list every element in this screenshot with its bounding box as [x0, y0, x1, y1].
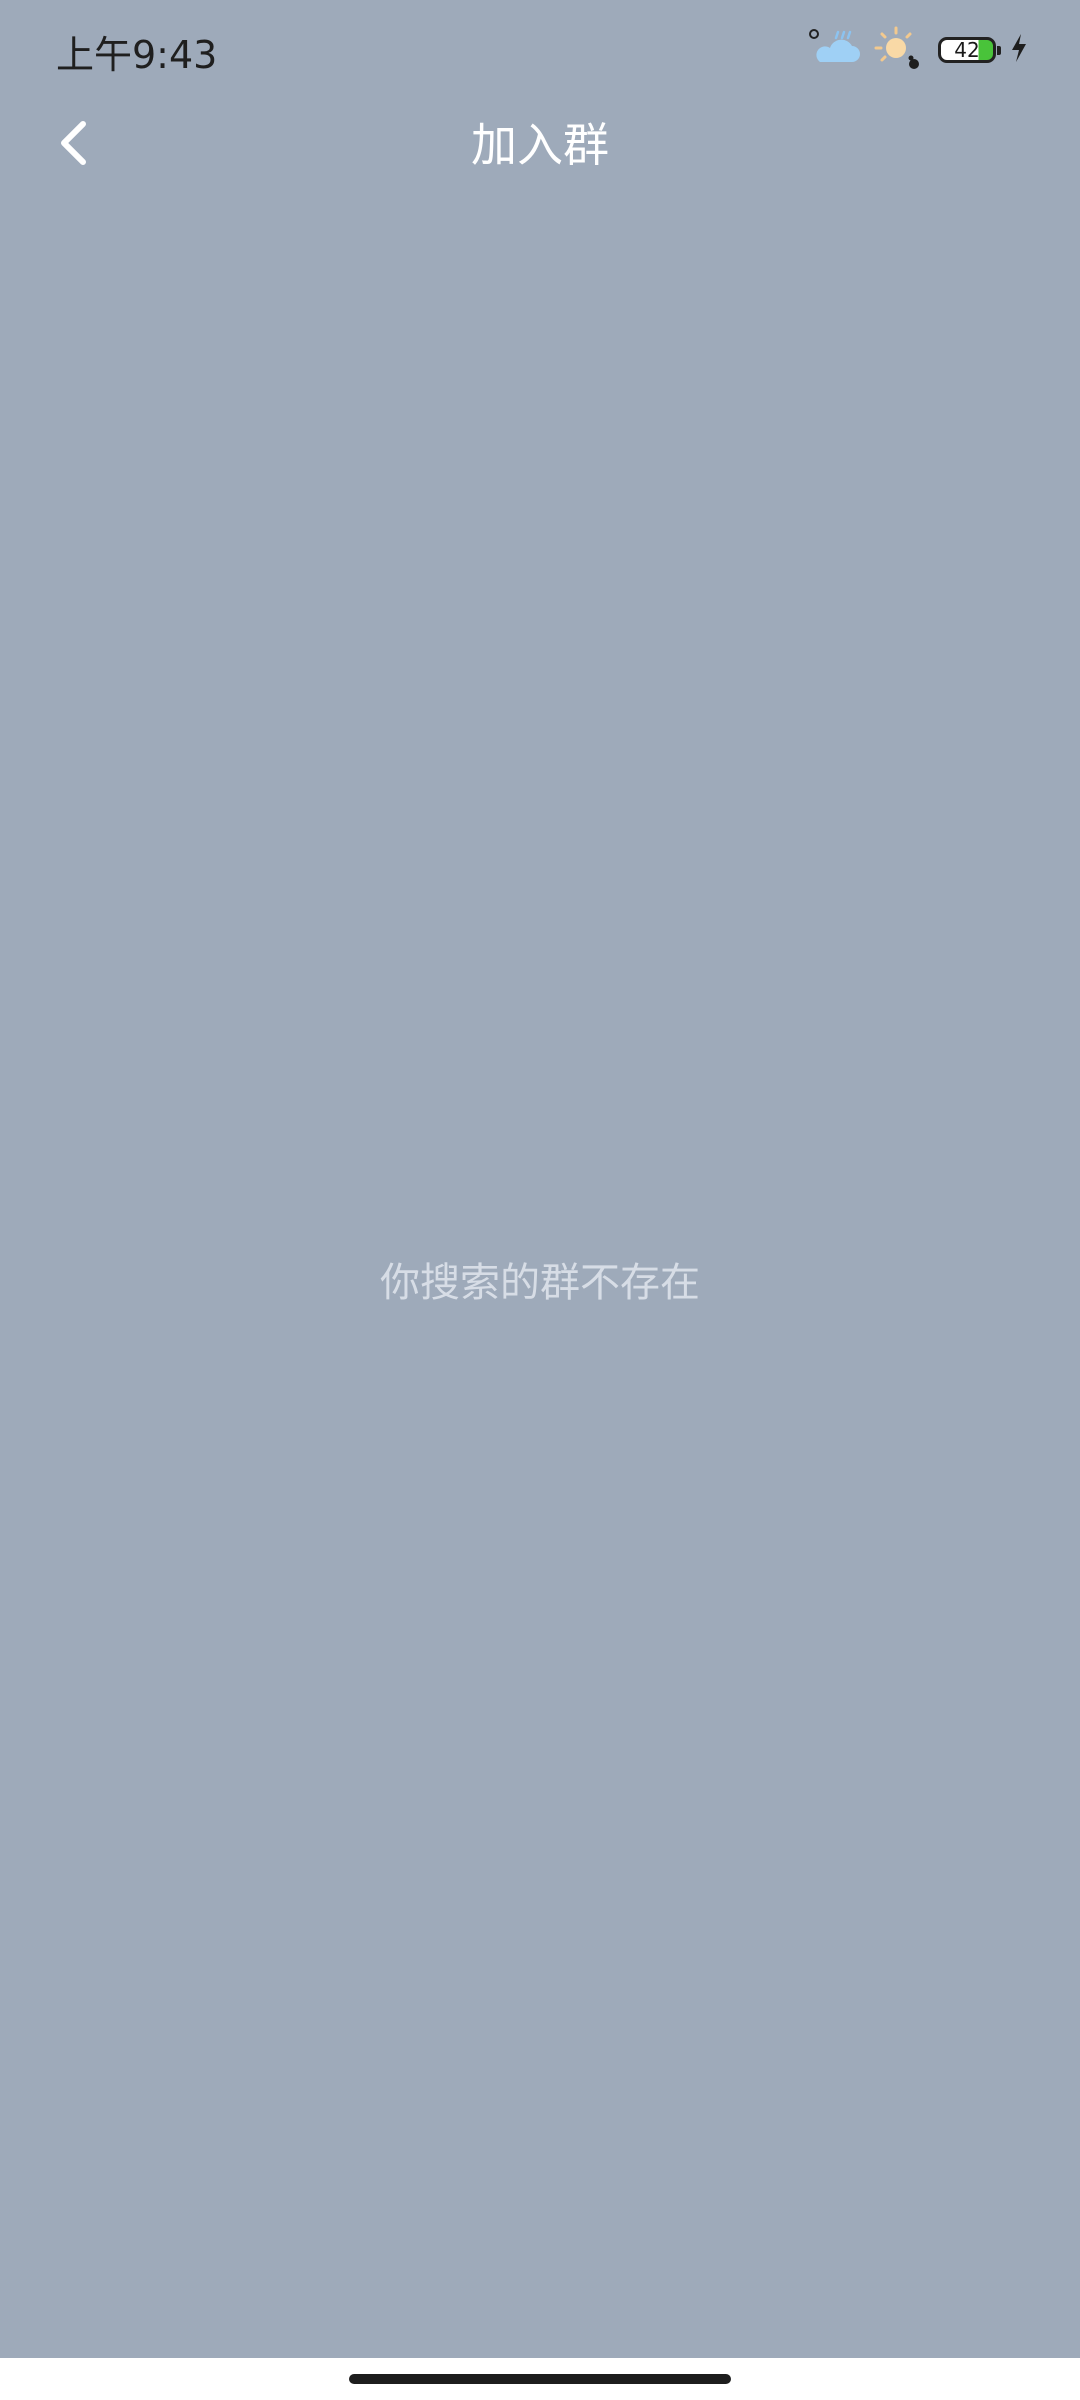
- weather-sun-icon: [874, 26, 924, 74]
- status-icons: 42: [808, 26, 1028, 74]
- status-bar: 上午9:43 42: [0, 0, 1080, 100]
- status-time: 上午9:43: [56, 33, 218, 77]
- back-button[interactable]: [40, 100, 106, 190]
- charging-bolt-icon: [1010, 33, 1028, 67]
- screen-background: 上午9:43 42 加入群 你搜索的群不存在: [0, 0, 1080, 2358]
- chevron-left-icon: [55, 118, 91, 172]
- battery-icon: 42: [938, 37, 1001, 63]
- weather-cloud-icon: [808, 28, 860, 72]
- nav-bar: 加入群: [0, 100, 1080, 190]
- battery-level: 42: [954, 38, 980, 62]
- page-title: 加入群: [471, 118, 609, 172]
- empty-state-message: 你搜索的群不存在: [380, 1260, 700, 1306]
- home-indicator[interactable]: [349, 2374, 731, 2384]
